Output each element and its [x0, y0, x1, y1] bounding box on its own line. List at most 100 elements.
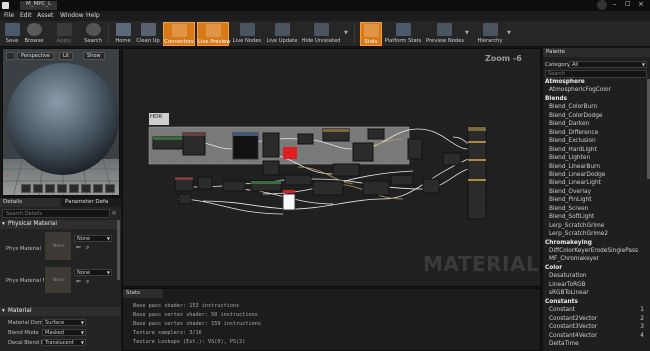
preview-nodes-dropdown-icon[interactable]: ▼	[465, 30, 469, 36]
connectors-button[interactable]: Connectors	[163, 22, 195, 46]
palette-item[interactable]: Blend_ColorDodge	[543, 113, 650, 121]
hide-unrelated-dropdown-icon[interactable]: ▼	[344, 30, 348, 36]
palette-item[interactable]: Blend_HardLight	[543, 147, 650, 155]
details-search-input[interactable]: Search Details	[2, 209, 110, 218]
reset-camera-icon[interactable]	[93, 184, 103, 193]
palette-item[interactable]: DeltaTime	[543, 341, 650, 349]
palette-item[interactable]: AtmosphericFogColor	[543, 87, 650, 95]
live-preview-button[interactable]: Live Preview	[197, 22, 230, 46]
palette-item[interactable]: Blend_PinLight	[543, 197, 650, 205]
platform-stats-button[interactable]: Platform Stats	[384, 22, 422, 46]
palette-item[interactable]: LinearToRGB	[543, 282, 650, 290]
clean-up-button[interactable]: Clean Up	[135, 22, 161, 46]
palette-category[interactable]: Chromakeying	[543, 240, 650, 248]
palette-item-label: Desaturation	[549, 273, 587, 280]
palette-item[interactable]: Blend_ColorBurn	[543, 104, 650, 112]
hide-unrelated-button[interactable]: Hide Unrelated	[301, 22, 341, 46]
phys-material-combo[interactable]: None ▼	[74, 235, 112, 242]
palette-category[interactable]: Blends	[543, 96, 650, 104]
palette-category[interactable]: Atmosphere	[543, 79, 650, 87]
comment-box-title[interactable]: HDR	[150, 114, 162, 120]
parameter-defaults-tab[interactable]: Parameter Defa	[62, 198, 121, 207]
menu-asset[interactable]: Asset	[37, 12, 53, 19]
minimize-icon[interactable]: –	[613, 0, 617, 8]
custom-mesh-icon[interactable]	[69, 184, 79, 193]
category-combo[interactable]: All ▼	[569, 61, 647, 68]
menu-window[interactable]: Window	[60, 12, 84, 19]
show-button[interactable]: Show	[83, 52, 105, 60]
preview-viewport[interactable]: Perspective Lit Show ↗	[2, 48, 120, 196]
save-button[interactable]: Save	[2, 22, 22, 46]
use-selected-icon[interactable]: ⇐	[76, 244, 81, 251]
plane-icon[interactable]	[45, 184, 55, 193]
perspective-button[interactable]: Perspective	[17, 52, 54, 60]
apply-button[interactable]: Apply	[53, 22, 75, 46]
palette-item[interactable]: Blend_Darken	[543, 121, 650, 129]
close-icon[interactable]: ×	[638, 0, 644, 8]
stats-button[interactable]: Stats	[360, 22, 382, 46]
palette-category[interactable]: Color	[543, 265, 650, 273]
palette-item[interactable]: Constant3Vector 3	[543, 324, 650, 332]
viewport-options-icon[interactable]	[6, 52, 15, 60]
sphere-icon[interactable]	[33, 184, 43, 193]
palette-item[interactable]: Blend_Overlay	[543, 189, 650, 197]
palette-item-hotkey: 2	[640, 315, 644, 322]
document-tab[interactable]: M_MPC_L	[20, 1, 58, 10]
home-button[interactable]: Home	[112, 22, 134, 46]
material-graph[interactable]: Zoom -6 HDR MATERIAL	[122, 48, 541, 287]
menu-help[interactable]: Help	[86, 12, 100, 19]
browse-button[interactable]: Browse	[23, 22, 45, 46]
palette-category[interactable]: Constants	[543, 299, 650, 307]
palette-item[interactable]: DiffColorKeyerErodeSinglePass	[543, 248, 650, 256]
palette-item[interactable]: Blend_LinearLight	[543, 180, 650, 188]
live-update-button[interactable]: Live Update	[265, 22, 299, 46]
live-nodes-button[interactable]: Live Nodes	[231, 22, 263, 46]
use-selected-icon[interactable]: ⇐	[76, 278, 81, 285]
ue-logo-icon	[2, 2, 9, 9]
realtime-icon[interactable]	[105, 184, 115, 193]
phys-material-mask-combo[interactable]: None ▼	[74, 269, 112, 276]
teapot-icon[interactable]	[81, 184, 91, 193]
blend-mode-combo[interactable]: Masked ▼	[42, 329, 86, 336]
maximize-icon[interactable]: □	[625, 0, 631, 7]
preview-nodes-button[interactable]: Preview Nodes	[426, 22, 464, 46]
material-header[interactable]: ▾ Material	[0, 307, 121, 316]
palette-item[interactable]: Blend_LinearDodge	[543, 172, 650, 180]
palette-item[interactable]: Blend_Exclusion	[543, 138, 650, 146]
palette-item[interactable]: Lerp_ScratchGrime	[543, 223, 650, 231]
palette-item[interactable]: Constant4Vector 4	[543, 333, 650, 341]
menu-edit[interactable]: Edit	[20, 12, 32, 19]
phys-material-thumbnail[interactable]: None	[44, 231, 72, 261]
lit-button[interactable]: Lit	[59, 52, 74, 60]
cylinder-icon[interactable]	[21, 184, 31, 193]
palette-search-input[interactable]: Search	[545, 70, 647, 78]
cube-icon[interactable]	[57, 184, 67, 193]
material-domain-combo[interactable]: Surface ▼	[42, 319, 86, 326]
phys-material-mask-thumbnail[interactable]: None	[44, 266, 72, 294]
palette-item[interactable]: Constant 1	[543, 307, 650, 315]
menu-file[interactable]: File	[4, 12, 14, 19]
palette-item[interactable]: sRGBToLinear	[543, 290, 650, 298]
palette-item[interactable]: Blend_Difference	[543, 130, 650, 138]
palette-item[interactable]: Blend_LinearBurn	[543, 164, 650, 172]
stats-tab[interactable]: Stats	[123, 289, 163, 298]
palette-item[interactable]: Blend_Screen	[543, 206, 650, 214]
browse-asset-icon[interactable]: ⌕	[86, 244, 89, 252]
palette-item[interactable]: MF_Chromakeyer	[543, 256, 650, 264]
palette-item[interactable]: Lerp_ScratchGrime2	[543, 231, 650, 239]
details-scrollbar[interactable]	[117, 220, 120, 280]
browse-asset-icon[interactable]: ⌕	[86, 278, 89, 286]
palette-item[interactable]: Blend_SoftLight	[543, 214, 650, 222]
search-button[interactable]: Search	[82, 22, 104, 46]
details-tab[interactable]: Details	[0, 198, 60, 207]
decal-blend-mode-combo[interactable]: Translucent ▼	[42, 339, 86, 346]
view-options-icon[interactable]: ◎	[112, 210, 116, 216]
hierarchy-button[interactable]: Hierarchy	[475, 22, 505, 46]
palette-tab[interactable]: Palette	[543, 48, 650, 57]
palette-item[interactable]: Blend_Lighten	[543, 155, 650, 163]
expand-arrow-icon: ▾	[2, 221, 5, 227]
hierarchy-dropdown-icon[interactable]: ▼	[507, 30, 511, 36]
palette-item[interactable]: Desaturation	[543, 273, 650, 281]
palette-item[interactable]: Constant2Vector 2	[543, 316, 650, 324]
physical-material-header[interactable]: ▾ Physical Material	[0, 220, 121, 229]
